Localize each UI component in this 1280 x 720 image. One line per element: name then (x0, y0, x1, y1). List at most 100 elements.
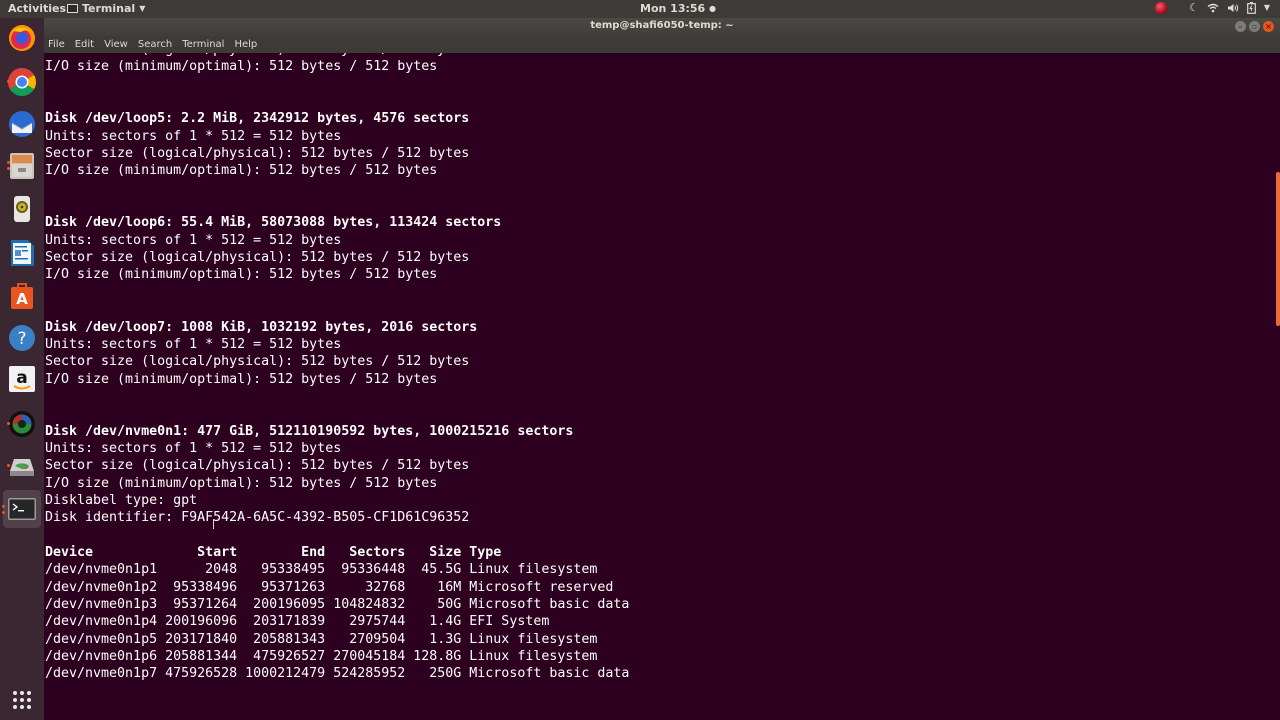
dock-item-help[interactable]: ? (6, 322, 38, 354)
dock-item-thunderbird[interactable] (6, 108, 38, 140)
software-icon: A (11, 283, 33, 309)
partition-table-row: /dev/nvme0n1p1 2048 95338495 95336448 45… (45, 562, 598, 578)
terminal-line: Units: sectors of 1 * 512 = 512 bytes (45, 440, 342, 456)
clock[interactable]: Mon 13:56 ● (640, 2, 716, 15)
running-indicator (7, 422, 10, 425)
menu-view[interactable]: View (104, 39, 128, 50)
record-icon[interactable] (1154, 1, 1167, 14)
disk-header-line: Disk /dev/loop6: 55.4 MiB, 58073088 byte… (45, 215, 502, 231)
terminal-app-icon (67, 4, 78, 13)
dock-item-writer[interactable] (6, 237, 38, 269)
terminal-line: I/O size (minimum/optimal): 512 bytes / … (45, 371, 438, 387)
menu-bar: File Edit View Search Terminal Help (44, 36, 1280, 53)
terminal-line: Disklabel type: gpt (45, 492, 198, 508)
disk-usage-icon (10, 459, 34, 476)
dock-item-terminal[interactable] (2, 490, 41, 528)
terminal-line: Units: sectors of 1 * 512 = 512 bytes (45, 336, 342, 352)
app-menu[interactable]: Terminal ▼ (67, 2, 145, 15)
dock-item-files[interactable] (6, 150, 38, 182)
window-controls: – ▫ × (1235, 21, 1274, 32)
running-indicator (7, 464, 10, 467)
show-applications-button[interactable] (6, 684, 38, 716)
dock-item-chrome[interactable] (6, 66, 38, 98)
dock-item-firefox[interactable] (6, 22, 38, 54)
firefox-icon (9, 25, 35, 51)
disk-header-line: Disk /dev/loop5: 2.2 MiB, 2342912 bytes,… (45, 111, 470, 127)
terminal-line: I/O size (minimum/optimal): 512 bytes / … (45, 59, 438, 75)
partition-table-header: Device Start End Sectors Size Type (45, 544, 502, 560)
menu-search[interactable]: Search (138, 39, 172, 50)
app-menu-label: Terminal (82, 2, 136, 15)
terminal-line: Units: sectors of 1 * 512 = 512 bytes (45, 232, 342, 248)
activities-button[interactable]: Activities (8, 2, 66, 15)
partition-table-row: /dev/nvme0n1p6 205881344 475926527 27004… (45, 649, 598, 665)
top-bar: Activities Terminal ▼ Mon 13:56 ● ☾ ▼ (0, 0, 1280, 18)
night-light-icon: ☾ (1188, 1, 1199, 14)
window-titlebar[interactable]: temp@shafi6050-temp: ~ – ▫ × (44, 18, 1280, 36)
chrome-icon (8, 68, 36, 96)
terminal-line: Sector size (logical/physical): 512 byte… (45, 250, 470, 266)
maximize-button[interactable]: ▫ (1249, 21, 1260, 32)
terminal-line: I/O size (minimum/optimal): 512 bytes / … (45, 163, 438, 179)
terminal-line: Sector size (logical/physical): 512 byte… (45, 354, 470, 370)
terminal-output[interactable]: Sector size (logical/physical): 512 byte… (44, 53, 1280, 720)
dock-item-rhythmbox[interactable] (6, 193, 38, 225)
terminal-line: I/O size (minimum/optimal): 512 bytes / … (45, 475, 438, 491)
terminal-line: Units: sectors of 1 * 512 = 512 bytes (45, 128, 342, 144)
dock-item-amazon[interactable]: a (6, 363, 38, 395)
partition-table-row: /dev/nvme0n1p2 95338496 95371263 32768 1… (45, 579, 614, 595)
battery-icon (1246, 1, 1256, 14)
show-applications-icon (13, 691, 31, 709)
terminal-line: Sector size (logical/physical): 512 byte… (45, 146, 470, 162)
terminal-line: Disk identifier: F9AF542A-6A5C-4392-B505… (45, 510, 470, 526)
running-indicator (2, 505, 5, 508)
menu-edit[interactable]: Edit (75, 39, 94, 50)
amazon-icon: a (9, 366, 35, 392)
mouse-cursor (213, 519, 214, 529)
partition-table-row: /dev/nvme0n1p5 203171840 205881343 27095… (45, 631, 598, 647)
clock-label: Mon 13:56 (640, 2, 706, 15)
files-icon (10, 153, 34, 179)
dock-item-disk-usage[interactable] (6, 450, 38, 482)
chevron-down-icon: ▼ (139, 4, 146, 13)
terminal-text: Sector size (logical/physical): 512 byte… (45, 53, 629, 683)
running-indicator (7, 80, 10, 83)
terminal-line: Sector size (logical/physical): 512 byte… (45, 458, 470, 474)
wifi-icon (1207, 3, 1219, 12)
terminal-scrollbar[interactable] (1276, 172, 1280, 326)
rhythmbox-icon (14, 196, 30, 222)
partition-table-row: /dev/nvme0n1p4 200196096 203171839 29757… (45, 614, 550, 630)
menu-file[interactable]: File (48, 39, 65, 50)
volume-icon (1227, 3, 1239, 12)
camera-icon (9, 411, 35, 437)
dock-item-software[interactable]: A (6, 280, 38, 312)
running-indicator (7, 161, 10, 164)
menu-terminal[interactable]: Terminal (182, 39, 224, 50)
window-title: temp@shafi6050-temp: ~ (590, 20, 734, 31)
terminal-line: I/O size (minimum/optimal): 512 bytes / … (45, 267, 438, 283)
svg-text:?: ? (17, 329, 26, 349)
system-tray[interactable]: ☾ ▼ (1154, 1, 1270, 14)
running-indicator (2, 511, 5, 514)
thunderbird-icon (9, 111, 35, 137)
svg-text:a: a (16, 368, 27, 388)
disk-header-line: Disk /dev/loop7: 1008 KiB, 1032192 bytes… (45, 319, 478, 335)
disk-header-line: Disk /dev/nvme0n1: 477 GiB, 512110190592… (45, 423, 574, 439)
partition-table-row: /dev/nvme0n1p7 475926528 1000212479 5242… (45, 666, 630, 682)
partition-table-row: /dev/nvme0n1p3 95371264 200196095 104824… (45, 597, 630, 612)
system-menu-caret-icon[interactable]: ▼ (1264, 3, 1270, 12)
writer-icon (11, 240, 34, 266)
minimize-button[interactable]: – (1235, 21, 1246, 32)
svg-text:A: A (16, 290, 28, 308)
menu-help[interactable]: Help (234, 39, 257, 50)
close-button[interactable]: × (1263, 21, 1274, 32)
dock-item-camera[interactable] (6, 408, 38, 440)
